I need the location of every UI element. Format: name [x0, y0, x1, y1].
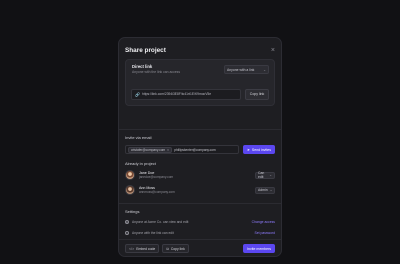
- chevron-down-icon: ⌄: [269, 173, 272, 177]
- link-access-value: Anyone with a link: [227, 67, 255, 72]
- member-email: janedoe@company.com: [139, 175, 174, 180]
- footer-copy-link-label: Copy link: [170, 246, 185, 251]
- divider: [119, 129, 281, 130]
- member-role-value: Can edit: [258, 171, 265, 179]
- link-icon: 🔗: [135, 91, 140, 97]
- setting-description: ◍ Anyone at Acme Co. can view and edit: [125, 220, 188, 224]
- embed-code-label: Embed code: [136, 246, 156, 251]
- close-icon[interactable]: ×: [271, 47, 275, 54]
- send-icon: ➤: [246, 147, 250, 152]
- member-row: Jane Doe janedoe@company.com Can edit ⌄: [125, 169, 275, 181]
- remove-chip-icon[interactable]: ✕: [167, 148, 170, 152]
- member-info: Ann Moss annmoss@company.com: [139, 186, 255, 194]
- direct-link-title: Direct link: [132, 64, 153, 69]
- setting-description: • Anyone with the link can edit: [125, 231, 174, 235]
- send-invites-button[interactable]: ➤ Send invites: [243, 145, 275, 154]
- link-access-select[interactable]: Anyone with a link ⌄: [224, 65, 269, 74]
- share-project-modal: Share project × Direct link Anyone with …: [118, 37, 282, 257]
- lock-icon: •: [125, 231, 129, 235]
- invite-row: cristofer@company.com ✕ phillipskenter@c…: [125, 145, 275, 154]
- setting-row: ◍ Anyone at Acme Co. can view and edit C…: [125, 218, 275, 226]
- copy-icon: ⧉: [166, 246, 169, 251]
- member-info: Jane Doe janedoe@company.com: [139, 171, 255, 179]
- footer-copy-link-button[interactable]: ⧉ Copy link: [162, 244, 189, 253]
- modal-footer: </> Embed code ⧉ Copy link Invite member…: [125, 244, 275, 253]
- member-row: Ann Moss annmoss@company.com Admin ⌄: [125, 184, 275, 196]
- embed-code-button[interactable]: </> Embed code: [125, 244, 160, 253]
- member-role-select[interactable]: Admin ⌄: [255, 186, 275, 194]
- code-icon: </>: [129, 246, 135, 251]
- setting-text: Anyone at Acme Co. can view and edit: [132, 220, 189, 224]
- invite-email-value: phillipskenter@company.com: [174, 147, 216, 152]
- avatar: [125, 185, 135, 195]
- link-url-text: https://link.com/2394i3E8F/tc41rt1E/K9mo…: [141, 92, 212, 96]
- email-chip-text: cristofer@company.com: [131, 147, 166, 152]
- setting-text: Anyone with the link can edit: [132, 231, 174, 235]
- member-email: annmoss@company.com: [139, 190, 175, 195]
- invite-label: Invite via email: [125, 135, 152, 140]
- setting-row: • Anyone with the link can edit Set pass…: [125, 229, 275, 237]
- change-access-link[interactable]: Change access: [252, 220, 275, 224]
- send-invites-label: Send invites: [251, 147, 271, 152]
- invite-members-button[interactable]: Invite members: [243, 244, 275, 253]
- divider: [119, 239, 281, 240]
- members-label: Already in project: [125, 161, 156, 166]
- direct-link-card: Direct link Anyone with the link can acc…: [125, 59, 275, 106]
- set-password-link[interactable]: Set password: [254, 231, 275, 235]
- email-chip[interactable]: cristofer@company.com ✕: [128, 146, 173, 153]
- avatar: [125, 170, 135, 180]
- invite-email-input[interactable]: cristofer@company.com ✕ phillipskenter@c…: [125, 145, 239, 154]
- globe-icon: ◍: [125, 220, 129, 224]
- link-row: 🔗 https://link.com/2394i3E8F/tc41rt1E/K9…: [131, 88, 269, 100]
- settings-label: Settings: [125, 209, 140, 214]
- direct-link-subtitle: Anyone with the link can access: [132, 70, 181, 74]
- chevron-down-icon: ⌄: [263, 67, 266, 72]
- link-url-field[interactable]: 🔗 https://link.com/2394i3E8F/tc41rt1E/K9…: [131, 88, 241, 100]
- modal-title: Share project: [125, 46, 166, 54]
- modal-header: Share project ×: [125, 44, 275, 56]
- member-role-value: Admin: [258, 188, 268, 192]
- divider: [119, 203, 281, 204]
- member-role-select[interactable]: Can edit ⌄: [255, 171, 275, 179]
- copy-link-button[interactable]: Copy link: [245, 88, 269, 100]
- chevron-down-icon: ⌄: [269, 188, 273, 192]
